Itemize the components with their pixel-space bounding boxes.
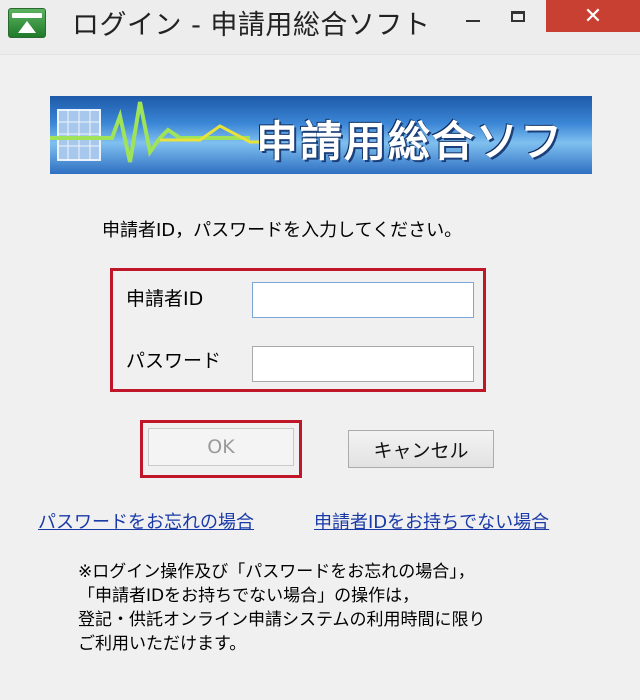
note-line-3: 登記・供託オンライン申請システムの利用時間に限り (78, 610, 486, 630)
password-label: パスワード (126, 350, 222, 372)
window-title: ログイン - 申請用総合ソフト (72, 10, 431, 41)
applicant-id-label: 申請者ID (126, 288, 204, 310)
minimize-icon (466, 20, 480, 22)
maximize-icon (511, 10, 525, 22)
close-button[interactable]: ✕ (546, 0, 640, 32)
app-banner: 申請用総合ソフト (50, 96, 592, 174)
forgot-password-link[interactable]: パスワードをお忘れの場合 (38, 510, 254, 536)
minimize-button[interactable] (452, 0, 494, 32)
password-input[interactable] (252, 346, 474, 382)
no-applicant-id-link[interactable]: 申請者IDをお持ちでない場合 (314, 510, 549, 536)
login-instruction: 申請者ID，パスワードを入力してください。 (102, 220, 463, 241)
title-bar: ログイン - 申請用総合ソフト ✕ (0, 0, 640, 55)
ok-button[interactable]: OK (148, 428, 294, 466)
banner-title: 申請用総合ソフト (256, 117, 565, 166)
app-icon (8, 8, 46, 38)
note-line-1: ※ログイン操作及び「パスワードをお忘れの場合」， (78, 562, 475, 582)
maximize-button[interactable] (498, 0, 538, 32)
cancel-button[interactable]: キャンセル (348, 430, 494, 468)
close-icon: ✕ (583, 3, 603, 29)
note-line-2: 「申請者IDをお持ちでない場合」の操作は， (78, 586, 420, 606)
note-line-4: ご利用いただけます。 (78, 634, 247, 654)
applicant-id-input[interactable] (252, 282, 474, 318)
